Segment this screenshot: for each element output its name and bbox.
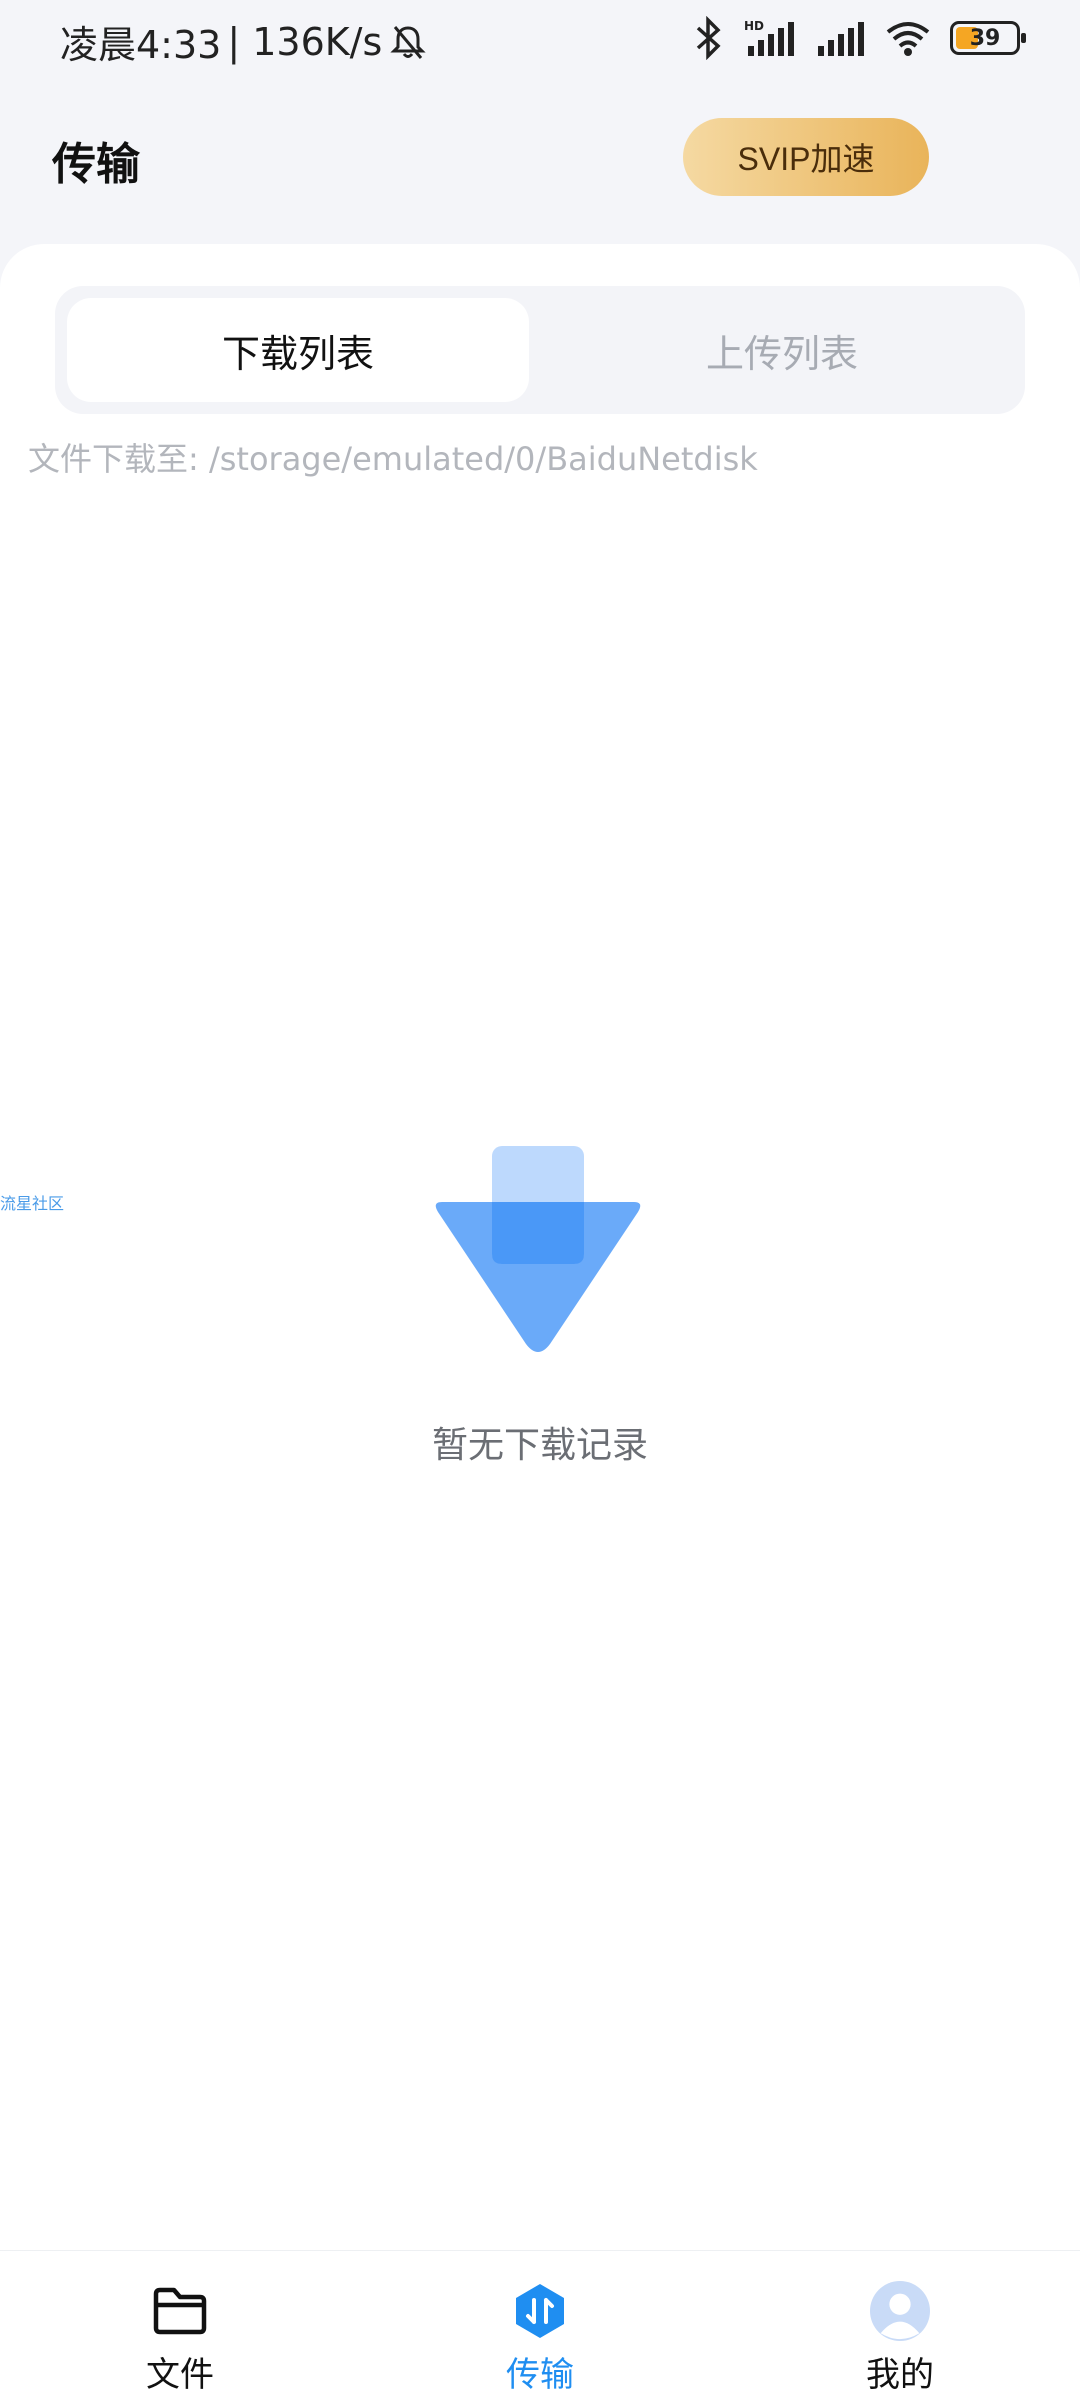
wifi-icon [886,22,930,56]
battery-icon: 39 [950,21,1026,55]
network-speed: | 136K/s [227,19,383,64]
bluetooth-icon [696,16,721,60]
tab-download-list[interactable]: 下载列表 [67,298,529,402]
status-bar: 凌晨4:33 | 136K/s HD 39 [0,0,1080,84]
nav-item-files[interactable]: 文件 [80,2251,280,2400]
battery-level: 39 [969,25,1001,51]
nav-label-transfer: 传输 [506,2355,574,2395]
status-left: 凌晨4:33 | 136K/s [60,14,428,69]
mute-bell-icon [390,25,426,59]
download-path: 文件下载至: /storage/emulated/0/BaiduNetdisk [28,440,758,478]
avatar-icon [870,2281,930,2341]
bottom-nav: 文件 传输 我的 [0,2250,1080,2400]
empty-state-text: 暂无下载记录 [431,1425,648,1466]
nav-item-transfer[interactable]: 传输 [440,2251,640,2400]
screen: 凌晨4:33 | 136K/s HD 39 传输 SVIP加速 下载列表 上传列… [0,0,1080,2400]
list-tab-switch: 下载列表 上传列表 [55,286,1025,414]
tab-upload-list[interactable]: 上传列表 [551,298,1013,402]
page-title: 传输 [52,139,140,190]
status-right: HD 39 [690,16,1026,60]
transfer-icon [510,2281,570,2341]
empty-download-icon [435,1146,641,1352]
status-time: 凌晨4:33 [60,23,222,67]
folder-icon [150,2281,210,2341]
nav-label-files: 文件 [146,2355,214,2395]
watermark-label: 流星社区 [0,1194,65,1213]
signal-hd-icon: HD [744,19,794,56]
svip-boost-button[interactable]: SVIP加速 [683,118,929,196]
nav-label-mine: 我的 [866,2355,934,2395]
signal-icon [818,22,864,56]
nav-item-mine[interactable]: 我的 [800,2251,1000,2400]
svg-text:HD: HD [744,19,764,33]
transfer-card: 下载列表 上传列表 文件下载至: /storage/emulated/0/Bai… [0,244,1080,2250]
